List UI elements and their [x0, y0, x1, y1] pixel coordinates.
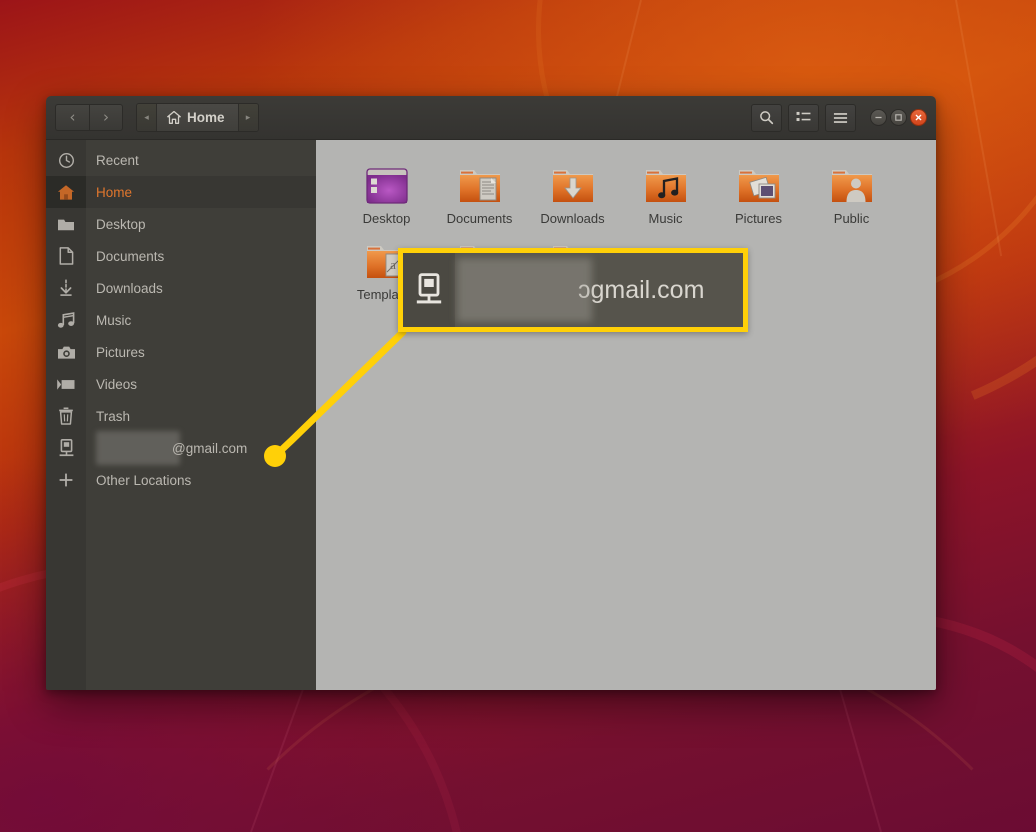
file-name: Music	[648, 211, 683, 226]
window-body: Recent Home Desktop Documents Downloads …	[46, 140, 936, 690]
sidebar-item-trash[interactable]: Trash	[46, 400, 316, 432]
video-icon	[46, 378, 86, 391]
hamburger-menu-icon	[833, 112, 848, 123]
desktop-wallpaper: ‹ › ◂ Home ▸ Recent Home Desktop Documen…	[0, 0, 1036, 832]
window-header-bar: ‹ › ◂ Home ▸	[46, 96, 936, 140]
places-sidebar: Recent Home Desktop Documents Downloads …	[46, 140, 316, 690]
magnified-callout: ɔgmail.com	[398, 248, 748, 332]
plus-icon	[46, 472, 86, 488]
close-button[interactable]	[910, 109, 927, 126]
sidebar-item-label: Desktop	[96, 216, 146, 232]
search-icon	[760, 111, 774, 125]
folder-downloads-icon	[549, 158, 597, 206]
server-icon	[416, 273, 442, 304]
sidebar-item-videos[interactable]: Videos	[46, 368, 316, 400]
sidebar-item-recent[interactable]: Recent	[46, 144, 316, 176]
server-icon	[46, 438, 86, 458]
callout-icon-rail	[403, 253, 455, 327]
folder-pictures-icon	[735, 158, 783, 206]
close-icon	[915, 114, 922, 121]
file-manager-window: ‹ › ◂ Home ▸ Recent Home Desktop Documen…	[46, 96, 936, 690]
file-name: Desktop	[362, 211, 411, 226]
chevron-left-icon: ‹	[69, 108, 76, 126]
sidebar-item-label: Videos	[96, 376, 138, 392]
forward-button[interactable]: ›	[89, 104, 123, 131]
minimize-icon	[875, 116, 882, 119]
clock-icon	[46, 152, 86, 169]
callout-label: ɔgmail.com	[578, 275, 705, 304]
sidebar-item-music[interactable]: Music	[46, 304, 316, 336]
menu-button[interactable]	[825, 103, 856, 132]
file-item[interactable]: Public	[805, 158, 898, 226]
camera-icon	[46, 345, 86, 360]
sidebar-item-label: Recent	[96, 152, 139, 168]
maximize-icon	[895, 114, 902, 121]
sidebar-item-label: Other Locations	[96, 472, 192, 488]
home-icon	[167, 111, 181, 124]
view-toggle-button[interactable]	[788, 103, 819, 132]
download-icon	[46, 279, 86, 297]
file-name: Documents	[446, 211, 513, 226]
breadcrumb-item-home[interactable]: Home	[156, 104, 239, 131]
chevron-right-icon: ›	[103, 108, 109, 126]
file-item[interactable]: Desktop	[340, 158, 433, 226]
sidebar-item-label: Home	[96, 184, 133, 200]
file-name: Pictures	[735, 211, 782, 226]
svg-text:a: a	[390, 257, 396, 272]
wallpaper-line	[955, 0, 1003, 257]
sidebar-item-pictures[interactable]: Pictures	[46, 336, 316, 368]
sidebar-item-label: Music	[96, 312, 132, 328]
file-list-view[interactable]: Desktop Documents Downloads Music Pictur…	[316, 140, 936, 690]
minimize-button[interactable]	[870, 109, 887, 126]
sidebar-active-highlight	[46, 176, 86, 208]
sidebar-item-other-locations[interactable]: Other Locations	[46, 464, 316, 496]
window-controls	[870, 109, 927, 126]
search-button[interactable]	[751, 103, 782, 132]
sidebar-item-desktop[interactable]: Desktop	[46, 208, 316, 240]
sidebar-item-label: Pictures	[96, 344, 145, 360]
document-icon	[46, 247, 86, 265]
breadcrumb-scroll-right[interactable]: ▸	[238, 104, 258, 131]
sidebar-item-home[interactable]: Home	[46, 176, 316, 208]
file-name: Downloads	[540, 211, 605, 226]
desktop-window-icon	[364, 158, 410, 206]
sidebar-item-label: @gmail.com	[172, 440, 248, 456]
redacted-username-magnified	[457, 258, 592, 322]
back-button[interactable]: ‹	[55, 104, 89, 131]
folder-public-icon	[828, 158, 876, 206]
sidebar-item-downloads[interactable]: Downloads	[46, 272, 316, 304]
file-item[interactable]: Pictures	[712, 158, 805, 226]
file-item[interactable]: Downloads	[526, 158, 619, 226]
sidebar-item-label: Trash	[96, 408, 131, 424]
file-item[interactable]: Documents	[433, 158, 526, 226]
list-view-icon	[796, 111, 811, 122]
breadcrumb-label: Home	[187, 110, 225, 125]
folder-documents-icon	[456, 158, 504, 206]
file-item[interactable]: Music	[619, 158, 712, 226]
sidebar-item-network-account[interactable]: @gmail.com	[46, 431, 316, 465]
sidebar-item-label: Downloads	[96, 280, 163, 296]
breadcrumb-scroll-left[interactable]: ◂	[137, 104, 156, 131]
file-name: Public	[833, 211, 870, 226]
maximize-button[interactable]	[890, 109, 907, 126]
folder-music-icon	[642, 158, 690, 206]
sidebar-item-label: Documents	[96, 248, 165, 264]
folder-icon	[46, 217, 86, 232]
trash-icon	[46, 407, 86, 425]
breadcrumb: ◂ Home ▸	[136, 103, 259, 132]
navigation-buttons: ‹ ›	[55, 104, 123, 131]
music-icon	[46, 311, 86, 329]
redacted-username	[96, 431, 180, 465]
sidebar-item-documents[interactable]: Documents	[46, 240, 316, 272]
